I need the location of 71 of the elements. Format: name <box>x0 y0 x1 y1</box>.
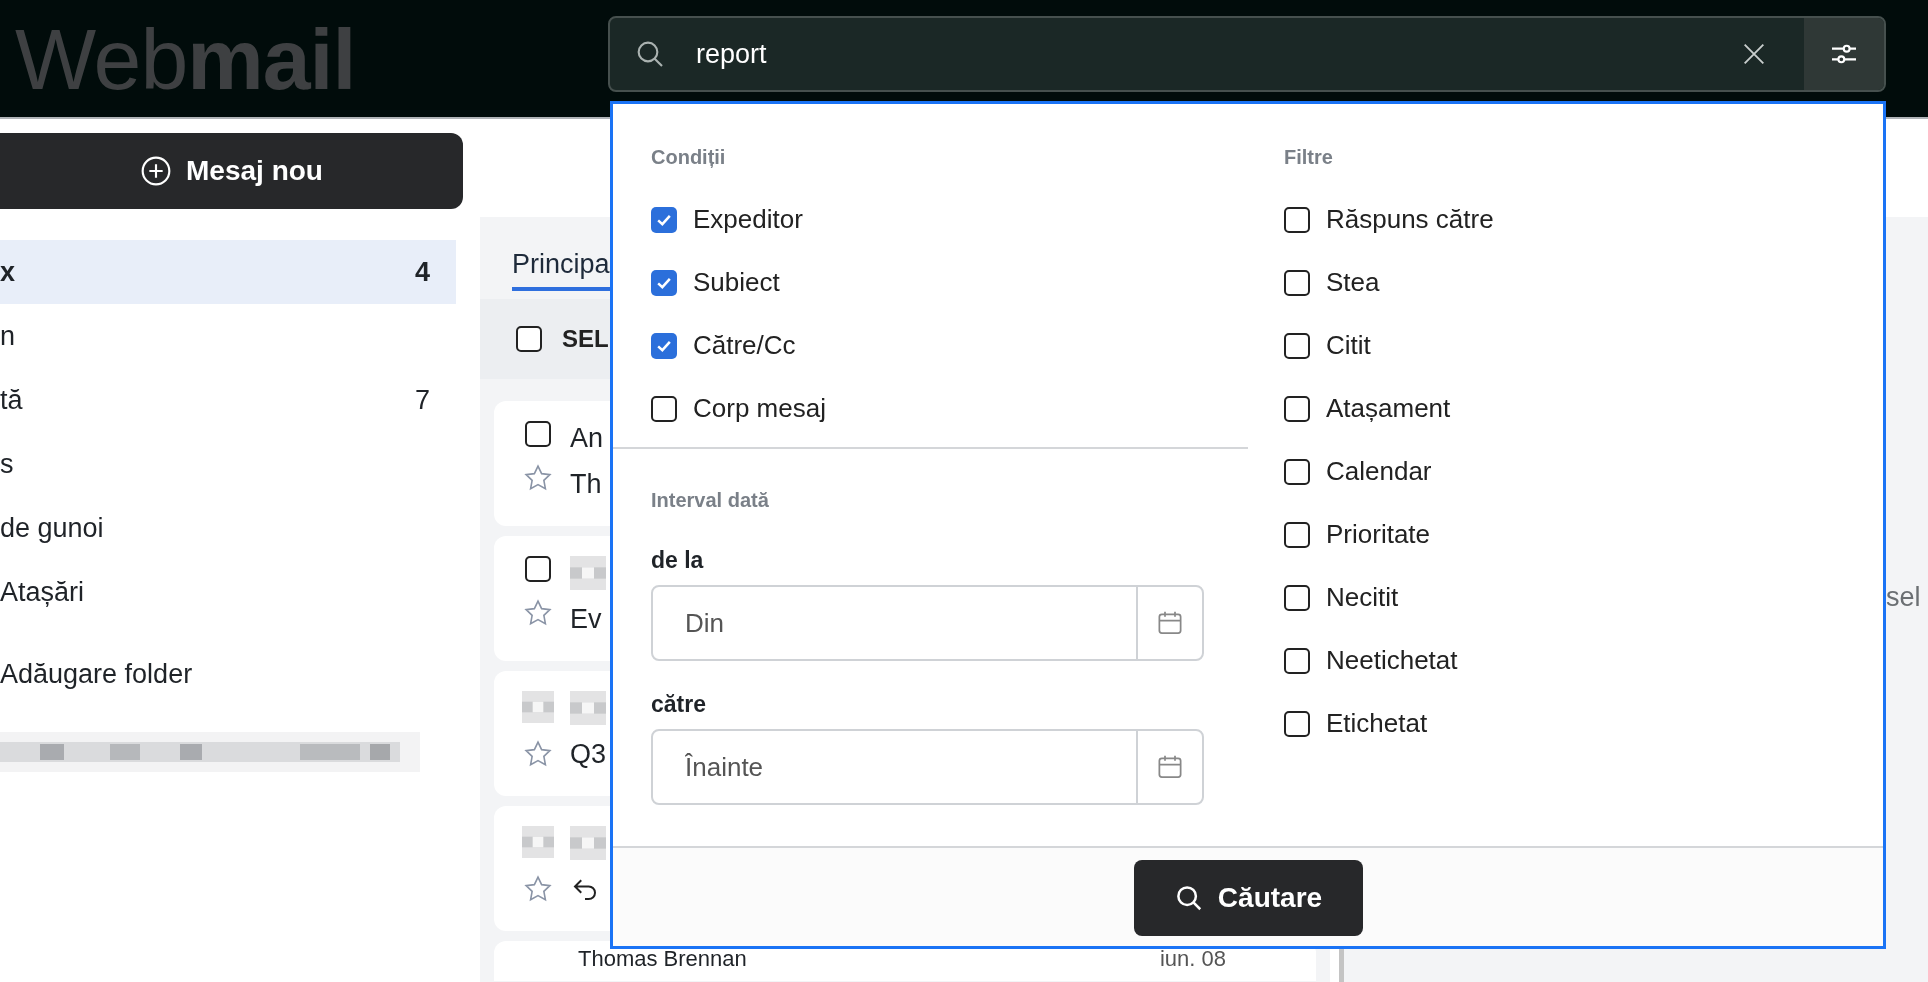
checkbox[interactable] <box>1284 269 1310 296</box>
option-label[interactable]: Necitit <box>1326 578 1399 617</box>
star-icon[interactable] <box>523 874 553 904</box>
option-label[interactable]: Răspuns către <box>1326 200 1494 239</box>
subject-text: Ev <box>570 603 603 636</box>
checkbox[interactable] <box>651 395 677 422</box>
field-label: către <box>651 690 707 717</box>
option-label[interactable]: Atașament <box>1326 389 1451 428</box>
reading-pane-text: sel <box>1886 581 1921 614</box>
search-field[interactable]: report <box>608 16 1886 92</box>
date-field[interactable]: Din <box>651 585 1204 661</box>
checkbox[interactable] <box>1284 332 1310 359</box>
pixelated-avatar <box>522 826 554 858</box>
option-label[interactable]: Corp mesaj <box>693 389 826 428</box>
star-icon[interactable] <box>523 598 553 628</box>
pixelated-avatar <box>522 691 554 723</box>
subject-text: Th <box>570 468 603 501</box>
checkbox[interactable] <box>1284 710 1310 737</box>
checkbox[interactable] <box>651 206 677 233</box>
date-input[interactable]: Înainte <box>653 747 1136 787</box>
unread-count: 7 <box>414 383 430 417</box>
pixelated-name <box>570 691 606 725</box>
webmail-logo: Webmail <box>15 15 356 102</box>
date-field[interactable]: Înainte <box>651 729 1204 805</box>
search-button[interactable]: Căutare <box>1133 860 1363 936</box>
checkbox[interactable] <box>1284 584 1310 611</box>
date-input[interactable]: Din <box>653 603 1136 643</box>
checkbox[interactable] <box>1284 458 1310 485</box>
checkbox[interactable] <box>1284 521 1310 548</box>
checkbox[interactable] <box>1284 206 1310 233</box>
search-input[interactable]: report <box>696 33 1740 75</box>
select-all-label: SEL <box>562 324 609 354</box>
option-label[interactable]: Neetichetat <box>1326 641 1458 680</box>
section-heading: Filtre <box>1284 145 1334 170</box>
option-label[interactable]: Calendar <box>1326 452 1432 491</box>
option-label[interactable]: Stea <box>1326 263 1380 302</box>
subject-text: Q3 <box>570 738 607 771</box>
section-heading: Interval dată <box>651 488 770 513</box>
folder-item[interactable]: x 4 <box>0 240 456 304</box>
compose-button[interactable]: Mesaj nou <box>0 133 463 209</box>
star-icon[interactable] <box>523 463 553 493</box>
option-label[interactable]: Etichetat <box>1326 704 1428 743</box>
pixelated-name <box>570 826 606 860</box>
checkbox[interactable] <box>651 269 677 296</box>
sender-name: Thomas Brennan <box>578 945 747 973</box>
folder-item[interactable]: tă 7 <box>0 368 456 432</box>
pixelated-name <box>570 556 606 590</box>
folder-item[interactable]: n <box>0 304 456 368</box>
star-icon[interactable] <box>523 739 553 769</box>
folder-item[interactable]: Atașări <box>0 560 456 624</box>
select-all-checkbox[interactable] <box>516 326 542 352</box>
checkbox[interactable] <box>1284 647 1310 674</box>
checkbox[interactable] <box>651 332 677 359</box>
folder-item[interactable]: de gunoi <box>0 496 456 560</box>
add-folder-link[interactable]: Adăugare folder <box>0 654 480 694</box>
option-label[interactable]: Citit <box>1326 326 1371 365</box>
folder-item[interactable]: s <box>0 432 456 496</box>
option-label[interactable]: Subiect <box>693 263 780 302</box>
sender-name: An <box>570 422 604 455</box>
message-date: iun. 08 <box>1159 945 1226 973</box>
checkbox[interactable] <box>525 421 551 447</box>
option-label[interactable]: Către/Cc <box>693 326 796 365</box>
field-label: de la <box>651 546 705 573</box>
option-label[interactable]: Expeditor <box>693 200 803 239</box>
filter-button[interactable] <box>1804 18 1884 90</box>
plus-circle-icon <box>140 155 173 187</box>
checkbox[interactable] <box>1284 395 1310 422</box>
section-heading: Condiții <box>651 145 727 170</box>
unread-count: 4 <box>414 255 430 289</box>
option-label[interactable]: Prioritate <box>1326 515 1431 554</box>
checkbox[interactable] <box>525 556 551 582</box>
